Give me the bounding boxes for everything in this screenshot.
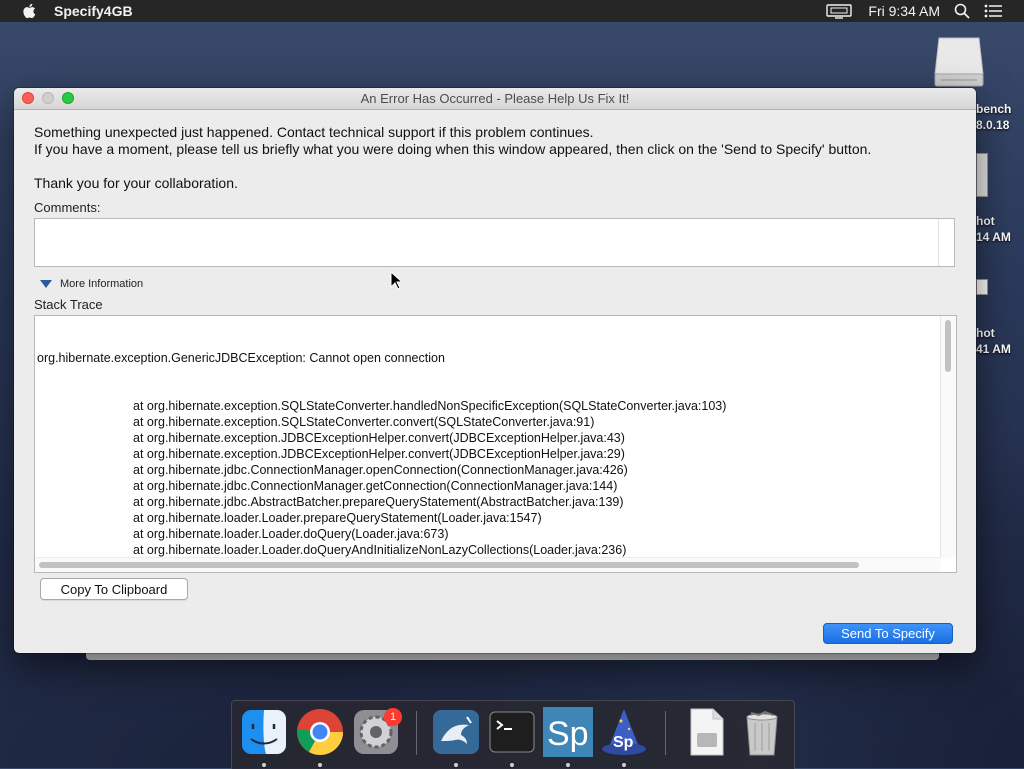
dock-separator (416, 711, 417, 755)
menu-clock[interactable]: Fri 9:34 AM (868, 3, 940, 19)
svg-text:Sp: Sp (547, 715, 589, 753)
finder-icon[interactable] (239, 707, 289, 757)
desktop-file-thumbnail[interactable] (976, 153, 988, 197)
terminal-icon[interactable] (487, 707, 537, 757)
stack-trace-frame: at org.hibernate.loader.Loader.doQuery(L… (133, 527, 449, 541)
stack-trace-frame: at org.hibernate.exception.SQLStateConve… (133, 415, 595, 429)
stack-trace-frame: at org.hibernate.exception.SQLStateConve… (133, 399, 727, 413)
app-name-menu[interactable]: Specify4GB (54, 3, 133, 19)
specify-icon[interactable]: Sp (543, 707, 593, 757)
desktop-item-label: hot (976, 326, 995, 340)
stack-trace-text: org.hibernate.exception.GenericJDBCExcep… (37, 318, 727, 572)
comments-textarea[interactable] (34, 218, 955, 267)
wizard-hat-label: Sp (613, 734, 634, 751)
apple-menu-icon[interactable] (20, 2, 38, 20)
notification-center-icon[interactable] (984, 4, 1002, 18)
disclosure-triangle-icon (40, 280, 52, 288)
chrome-icon[interactable] (295, 707, 345, 757)
thanks-message: Thank you for your collaboration. (34, 175, 238, 191)
dock-separator (665, 711, 666, 755)
stack-trace-label: Stack Trace (34, 297, 103, 312)
desktop-item-label: 14 AM (976, 230, 1011, 244)
running-indicator (622, 763, 626, 767)
stack-trace-exception: org.hibernate.exception.GenericJDBCExcep… (37, 351, 445, 365)
desktop-item-label: 8.0.18 (976, 118, 1010, 132)
stack-trace-frame: at org.hibernate.loader.Loader.prepareQu… (133, 511, 542, 525)
desktop-file-thumbnail[interactable] (976, 279, 988, 295)
stack-trace-frame: at org.hibernate.exception.JDBCException… (133, 447, 625, 461)
error-message-line2: If you have a moment, please tell us bri… (34, 141, 872, 157)
dock: Sp Sp (231, 700, 795, 769)
stack-trace-frame: at org.hibernate.exception.JDBCException… (133, 431, 625, 445)
stack-trace-vertical-scrollbar[interactable] (940, 316, 956, 558)
trash-icon[interactable] (737, 707, 787, 757)
vertical-scroll-thumb[interactable] (945, 320, 951, 372)
notification-badge: 1 (384, 708, 402, 726)
dialog-title: An Error Has Occurred - Please Help Us F… (360, 91, 630, 106)
running-indicator (454, 763, 458, 767)
minimize-window-button[interactable] (42, 92, 54, 104)
running-indicator (510, 763, 514, 767)
desktop-item-label: bench (976, 102, 1012, 116)
more-information-label: More Information (60, 278, 144, 290)
more-information-toggle[interactable]: More Information (40, 278, 143, 290)
copy-to-clipboard-button[interactable]: Copy To Clipboard (40, 578, 188, 600)
document-icon[interactable] (681, 707, 731, 757)
error-dialog: An Error Has Occurred - Please Help Us F… (14, 88, 976, 653)
stack-trace-frame: at org.hibernate.jdbc.ConnectionManager.… (133, 463, 628, 477)
stack-trace-frame: at org.hibernate.loader.Loader.doQueryAn… (133, 543, 627, 557)
zoom-window-button[interactable] (62, 92, 74, 104)
stack-trace-horizontal-scrollbar[interactable] (35, 557, 941, 572)
stack-trace-frame: at org.hibernate.jdbc.AbstractBatcher.pr… (133, 495, 624, 509)
external-drive-icon[interactable] (933, 34, 985, 88)
desktop-item-label: 41 AM (976, 342, 1011, 356)
specify-wizard-icon[interactable]: Sp (599, 707, 649, 757)
stack-trace-area[interactable]: org.hibernate.exception.GenericJDBCExcep… (34, 315, 957, 573)
dialog-titlebar[interactable]: An Error Has Occurred - Please Help Us F… (14, 88, 976, 110)
running-indicator (318, 763, 322, 767)
menu-bar: Specify4GB Fri 9:34 AM (0, 0, 1024, 22)
desktop-item-label: hot (976, 214, 995, 228)
spotlight-search-icon[interactable] (954, 3, 970, 19)
display-mirroring-icon[interactable] (826, 3, 853, 19)
error-message-line1: Something unexpected just happened. Cont… (34, 124, 594, 140)
mouse-pointer-icon (390, 270, 404, 295)
running-indicator (262, 763, 266, 767)
mysql-workbench-icon[interactable] (431, 707, 481, 757)
send-to-specify-button[interactable]: Send To Specify (823, 623, 953, 644)
comments-label: Comments: (34, 200, 101, 215)
running-indicator (566, 763, 570, 767)
close-window-button[interactable] (22, 92, 34, 104)
horizontal-scroll-thumb[interactable] (39, 562, 859, 568)
stack-trace-frame: at org.hibernate.jdbc.ConnectionManager.… (133, 479, 618, 493)
comments-scrollbar[interactable] (938, 219, 939, 266)
